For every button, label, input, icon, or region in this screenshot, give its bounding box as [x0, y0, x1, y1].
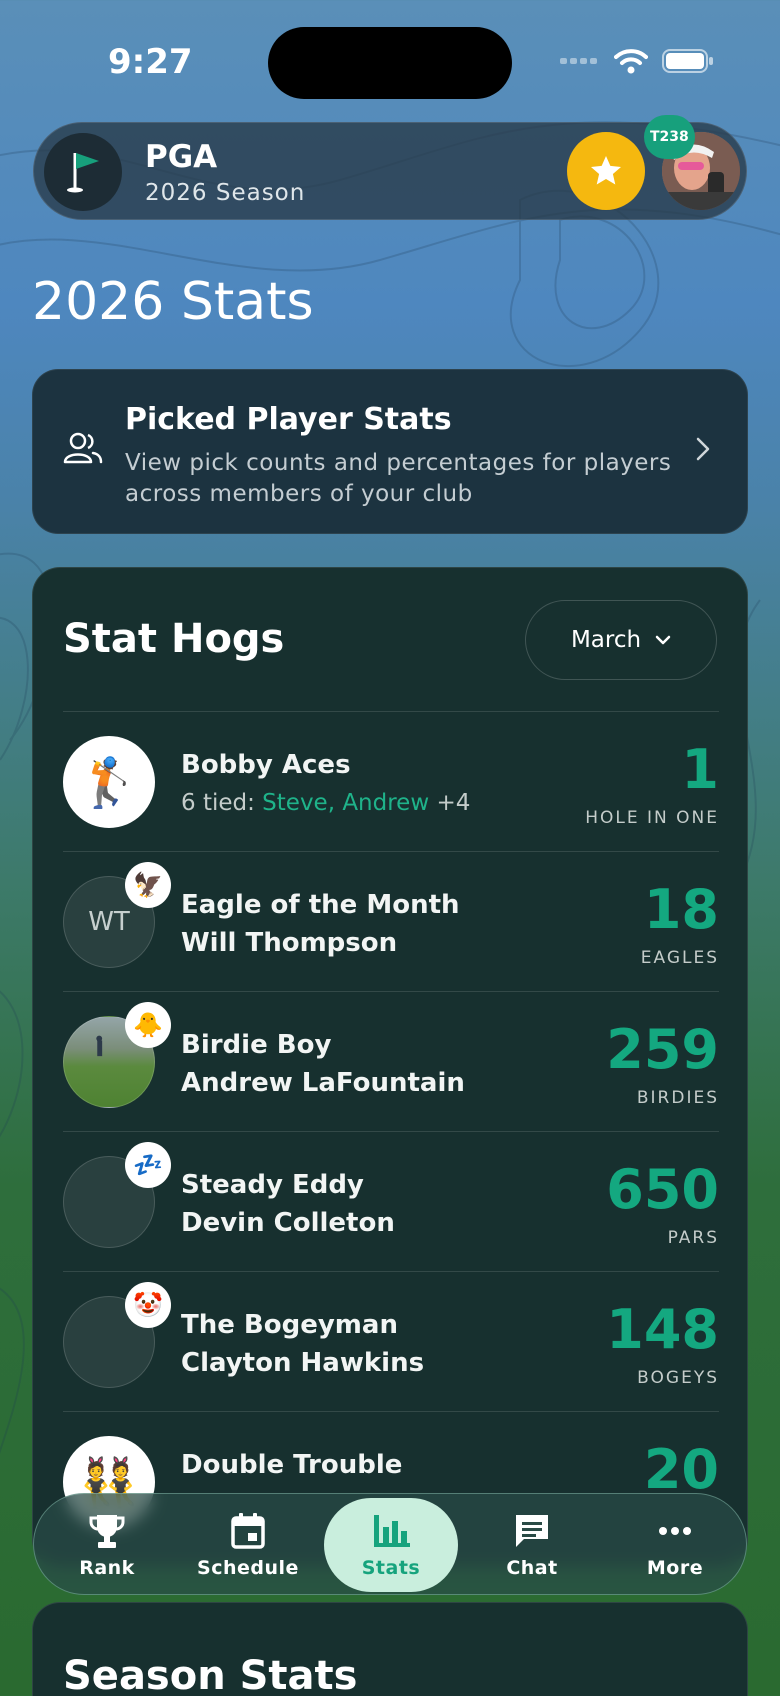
tied-more: +4: [429, 790, 471, 816]
chat-icon: [516, 1515, 548, 1547]
stat-hog-row[interactable]: 🐥 Birdie Boy Andrew LaFountain 259 BIRDI…: [63, 991, 719, 1131]
stat-value: 1: [681, 738, 719, 801]
stat-hog-row[interactable]: 🏌️ Bobby Aces 6 tied: Steve, Andrew +4 1…: [63, 711, 719, 851]
tab-chat-label: Chat: [506, 1557, 558, 1579]
stat-value: 20: [643, 1438, 719, 1501]
chick-icon: 🐥: [125, 1002, 171, 1048]
bar-chart-icon: [374, 1515, 410, 1547]
tab-schedule-label: Schedule: [197, 1557, 299, 1579]
golfer-icon: 🏌️: [79, 754, 139, 811]
wifi-icon: [614, 49, 648, 74]
page-title: 2026 Stats: [32, 272, 314, 332]
player-name: Clayton Hawkins: [181, 1348, 425, 1378]
chevron-down-icon: [655, 635, 671, 645]
season-stats-title: Season Stats: [63, 1653, 358, 1696]
status-icons: [560, 48, 714, 74]
favorite-button[interactable]: [567, 132, 645, 210]
award-title: Birdie Boy: [181, 1030, 332, 1060]
golfer-avatar: 🏌️: [63, 736, 155, 828]
stat-label: BOGEYS: [637, 1368, 719, 1388]
league-header[interactable]: PGA 2026 Season T238: [33, 115, 747, 220]
zzz-icon: 💤: [125, 1142, 171, 1188]
league-season: 2026 Season: [145, 180, 306, 206]
month-dropdown-value: March: [570, 627, 642, 653]
stat-label: BIRDIES: [636, 1088, 719, 1108]
tab-more-label: More: [646, 1557, 704, 1579]
status-time: 9:27: [108, 42, 193, 82]
stat-hog-row[interactable]: 🤡 The Bogeyman Clayton Hawkins 148 BOGEY…: [63, 1271, 719, 1411]
stat-hog-row[interactable]: WT 🦅 Eagle of the Month Will Thompson 18…: [63, 851, 719, 991]
stat-hogs-card: Stat Hogs March 🏌️ Bobby Aces 6 tied: St…: [32, 567, 748, 1567]
stat-label: PARS: [667, 1228, 719, 1248]
tab-rank[interactable]: Rank: [42, 1494, 172, 1596]
season-stats-card: Season Stats: [32, 1602, 748, 1696]
clown-icon: 🤡: [125, 1282, 171, 1328]
tab-more[interactable]: More: [610, 1494, 740, 1596]
picked-card-title: Picked Player Stats: [125, 402, 452, 437]
stat-hogs-title: Stat Hogs: [63, 616, 285, 662]
tab-schedule[interactable]: Schedule: [183, 1494, 313, 1596]
award-title: Bobby Aces: [181, 750, 351, 780]
rank-badge: T238: [644, 115, 695, 159]
month-dropdown[interactable]: March: [525, 600, 717, 680]
player-name: Andrew LaFountain: [181, 1068, 465, 1098]
tab-stats-label: Stats: [361, 1557, 421, 1579]
trophy-icon: [89, 1515, 125, 1548]
chevron-right-icon: [696, 437, 710, 461]
stat-label: HOLE IN ONE: [585, 808, 719, 828]
picked-card-description: View pick counts and percentages for pla…: [125, 450, 672, 507]
picked-player-stats-card[interactable]: Picked Player Stats View pick counts and…: [32, 369, 748, 534]
award-title: Steady Eddy: [181, 1170, 364, 1200]
battery-icon: [662, 49, 713, 73]
calendar-icon: [231, 1513, 265, 1549]
stat-label: EAGLES: [640, 948, 719, 968]
users-icon: [63, 432, 103, 464]
tied-text: 6 tied: Steve, Andrew +4: [181, 790, 470, 816]
status-bar: 9:27: [0, 0, 780, 120]
tied-names[interactable]: Steve, Andrew: [262, 790, 429, 816]
award-title: Eagle of the Month: [181, 890, 460, 920]
more-icon: [659, 1527, 691, 1535]
league-name: PGA: [145, 139, 218, 175]
tab-stats[interactable]: Stats: [324, 1498, 458, 1592]
tied-prefix: 6 tied:: [181, 790, 263, 816]
stat-value: 18: [643, 878, 719, 941]
stat-value: 259: [606, 1018, 719, 1081]
tab-chat[interactable]: Chat: [467, 1494, 597, 1596]
tab-rank-label: Rank: [79, 1557, 135, 1579]
flag-icon: [44, 133, 122, 211]
star-icon: [591, 156, 621, 185]
award-title: The Bogeyman: [181, 1310, 398, 1340]
award-title: Double Trouble: [181, 1450, 403, 1480]
signal-icon: [560, 58, 597, 64]
stat-hog-row[interactable]: 💤 Steady Eddy Devin Colleton 650 PARS: [63, 1131, 719, 1271]
stat-value: 650: [606, 1158, 719, 1221]
dynamic-island: [268, 27, 512, 99]
player-name: Will Thompson: [181, 928, 398, 958]
eagle-icon: 🦅: [125, 862, 171, 908]
player-name: Devin Colleton: [181, 1208, 395, 1238]
tab-bar: Rank Schedule Stats Chat More: [33, 1493, 747, 1595]
stat-value: 148: [606, 1298, 719, 1361]
